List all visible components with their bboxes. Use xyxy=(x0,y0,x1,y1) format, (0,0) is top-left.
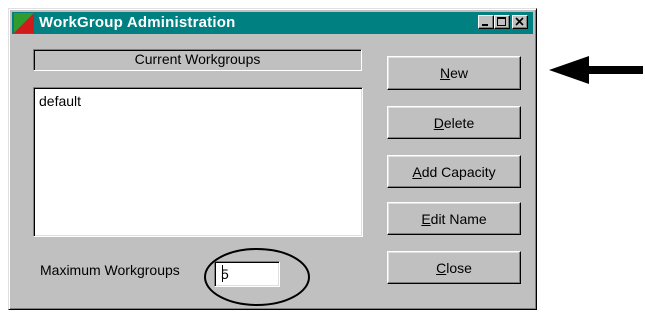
new-mnemonic: N xyxy=(439,65,451,81)
arrow-left-icon xyxy=(549,56,643,84)
maximize-button[interactable] xyxy=(494,15,510,29)
highlight-ellipse xyxy=(204,248,310,306)
delete-button[interactable]: Delete xyxy=(387,106,521,139)
add-capacity-mnemonic: A xyxy=(412,163,422,180)
close-window-button[interactable] xyxy=(512,15,528,29)
maximize-icon xyxy=(497,17,506,26)
delete-mnemonic: D xyxy=(433,114,444,131)
screenshot-canvas: WorkGroup Administration Current Workgro… xyxy=(0,0,645,320)
close-label: lose xyxy=(446,259,472,276)
delete-label: elete xyxy=(443,114,475,131)
app-icon xyxy=(14,13,34,33)
minimize-button[interactable] xyxy=(478,15,494,29)
close-icon xyxy=(515,17,524,26)
list-item[interactable]: default xyxy=(39,93,81,109)
edit-name-label: dit Name xyxy=(430,210,487,227)
current-workgroups-header: Current Workgroups xyxy=(33,49,362,71)
add-capacity-label: dd Capacity xyxy=(421,163,496,180)
new-button[interactable]: New xyxy=(387,56,521,90)
title-bar[interactable]: WorkGroup Administration xyxy=(12,12,533,34)
new-label: ew xyxy=(450,65,469,81)
close-mnemonic: C xyxy=(436,259,447,276)
add-capacity-button[interactable]: Add Capacity xyxy=(387,155,521,188)
edit-name-mnemonic: E xyxy=(421,210,431,227)
workgroups-listbox[interactable]: default xyxy=(33,87,363,237)
max-workgroups-label: Maximum Workgroups xyxy=(40,262,180,278)
minimize-icon xyxy=(482,24,488,26)
window-title: WorkGroup Administration xyxy=(39,14,236,31)
close-button[interactable]: Close xyxy=(387,251,521,284)
edit-name-button[interactable]: Edit Name xyxy=(387,202,521,235)
